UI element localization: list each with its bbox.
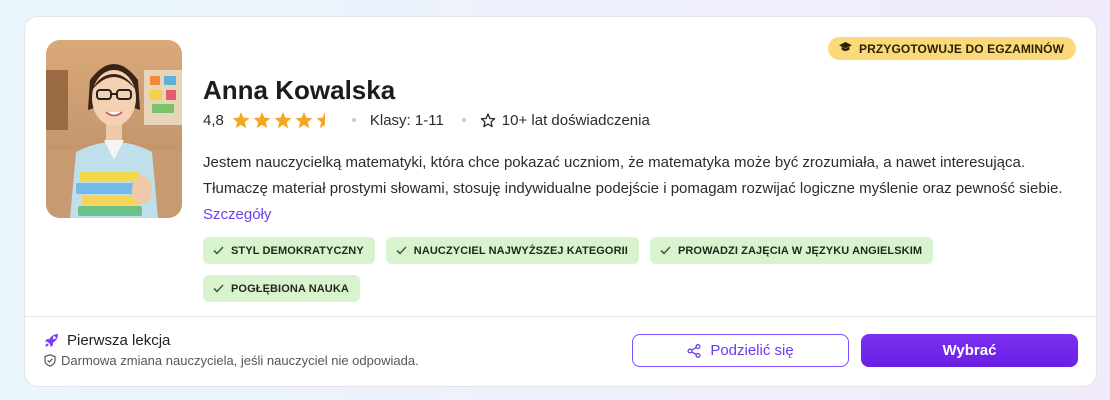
tag-english-lessons: PROWADZI ZAJĘCIA W JĘZYKU ANGIELSKIM <box>649 237 934 264</box>
star-icon <box>253 111 271 128</box>
tag-highest-category: NAUCZYCIEL NAJWYŻSZEJ KATEGORII <box>385 237 639 264</box>
tag-label: POGŁĘBIONA NAUKA <box>231 282 349 295</box>
teacher-name: Anna Kowalska <box>203 75 396 105</box>
star-icon <box>232 111 250 128</box>
half-star-icon <box>316 111 334 128</box>
star-icon <box>295 111 313 128</box>
share-button[interactable]: Podzielić się <box>632 334 849 367</box>
separator-dot <box>351 118 356 122</box>
first-lesson-label: Pierwsza lekcja <box>67 332 171 349</box>
teacher-description: Jestem nauczycielką matematyki, która ch… <box>203 150 1073 228</box>
badge-label: PRZYGOTOWUJE DO EGZAMINÓW <box>859 41 1064 56</box>
check-icon <box>213 246 224 255</box>
star-outline-icon <box>480 112 496 127</box>
shield-icon <box>44 354 56 367</box>
description-text: Jestem nauczycielką matematyki, która ch… <box>203 154 1063 197</box>
rating-value: 4,8 <box>203 111 224 129</box>
check-icon <box>396 246 407 255</box>
share-button-label: Podzielić się <box>710 342 794 359</box>
check-icon <box>213 284 224 293</box>
teacher-change-guarantee: Darmowa zmiana nauczyciela, jeśli nauczy… <box>44 353 419 368</box>
first-lesson: Pierwsza lekcja <box>44 332 170 349</box>
tag-democratic-style: STYL DEMOKRATYCZNY <box>203 237 375 264</box>
choose-button[interactable]: Wybrać <box>861 334 1078 367</box>
experience-text: 10+ lat doświadczenia <box>501 111 650 129</box>
experience: 10+ lat doświadczenia <box>480 112 650 129</box>
check-icon <box>660 246 671 255</box>
teacher-tags: STYL DEMOKRATYCZNY NAUCZYCIEL NAJWYŻSZEJ… <box>203 237 1063 302</box>
exam-prep-badge: PRZYGOTOWUJE DO EGZAMINÓW <box>828 37 1076 60</box>
share-icon <box>687 343 701 358</box>
teacher-meta: 4,8 Klasy: 1-11 10+ lat doświadczenia <box>203 109 650 131</box>
tag-label: PROWADZI ZAJĘCIA W JĘZYKU ANGIELSKIM <box>677 244 923 257</box>
guarantee-text: Darmowa zmiana nauczyciela, jeśli nauczy… <box>61 353 419 368</box>
star-icon <box>274 111 292 128</box>
teacher-card: PRZYGOTOWUJE DO EGZAMINÓW Anna Kowalska … <box>24 16 1097 387</box>
graduation-cap-icon <box>839 41 853 56</box>
rocket-icon <box>44 333 59 348</box>
grades-range: Klasy: 1-11 <box>369 111 444 129</box>
separator-dot <box>461 118 466 122</box>
teacher-photo <box>46 40 182 218</box>
tag-label: NAUCZYCIEL NAJWYŻSZEJ KATEGORII <box>413 244 628 257</box>
choose-button-label: Wybrać <box>942 342 997 359</box>
details-link[interactable]: Szczegóły <box>203 206 271 223</box>
tag-advanced-learning: POGŁĘBIONA NAUKA <box>203 275 360 302</box>
rating-stars <box>232 111 334 129</box>
card-divider <box>25 316 1096 317</box>
tag-label: STYL DEMOKRATYCZNY <box>231 244 364 257</box>
